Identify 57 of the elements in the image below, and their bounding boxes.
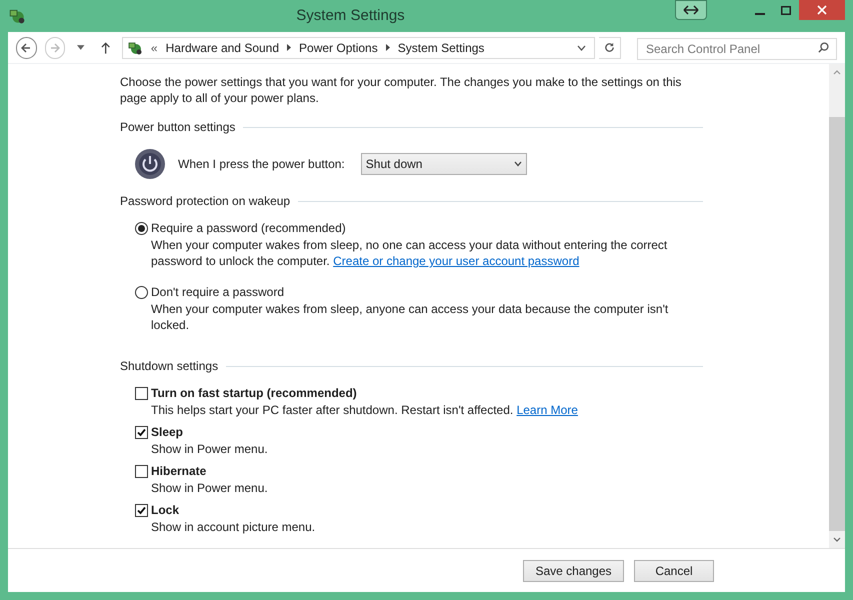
section-heading: Shutdown settings [120, 358, 218, 375]
checkbox-label[interactable]: Lock [151, 501, 180, 519]
control-panel-icon [126, 40, 143, 56]
intro-text: Choose the power settings that you want for your computer. The changes you make to the settings on this page apply to all of your power plans. [120, 74, 682, 106]
resize-button[interactable] [675, 0, 707, 20]
section-heading: Password protection on wakeup [120, 193, 290, 210]
power-button-label: When I press the power button: [178, 156, 345, 173]
left-arrow-icon [21, 42, 32, 52]
option-description: When your computer wakes from sleep, anyone can access your data because the computer isn't locked. [151, 301, 670, 333]
refresh-button[interactable] [598, 36, 621, 58]
chevron-down-icon[interactable] [576, 44, 586, 50]
checkbox-label[interactable]: Turn on fast startup (recommended) [151, 384, 357, 402]
radio-button[interactable] [135, 286, 148, 298]
address-bar[interactable]: « Hardware and Sound Power Options System Settings [122, 36, 595, 58]
breadcrumb-overflow[interactable]: « [150, 38, 158, 56]
breadcrumb[interactable]: Power Options [299, 38, 378, 56]
power-action-dropdown[interactable]: Shut down [360, 153, 527, 175]
chevron-right-icon[interactable] [287, 44, 292, 51]
dropdown-caret-icon[interactable] [77, 45, 85, 50]
refresh-icon [604, 42, 615, 53]
section-heading: Power button settings [120, 119, 236, 136]
up-arrow-icon[interactable] [100, 42, 110, 54]
close-icon [817, 5, 827, 15]
control-panel-icon [8, 7, 26, 25]
option-description: Show in account picture menu. [151, 519, 316, 535]
dialog-button[interactable]: Cancel [634, 560, 714, 582]
checkbox-label[interactable]: Hibernate [151, 462, 206, 480]
link[interactable]: Learn More [516, 403, 578, 417]
checkbox-label[interactable]: Sleep [151, 423, 184, 441]
link[interactable]: Create or change your user account password [333, 254, 580, 268]
search-field[interactable]: Search Control Panel [637, 38, 837, 60]
option-description: This helps start your PC faster after shutdown. Restart isn't affected. Learn More [151, 402, 579, 418]
option-description: When your computer wakes from sleep, no one can access your data without entering the correct password to unlock the computer. Create or change your user account password [151, 237, 668, 269]
dialog-button[interactable]: Save changes [523, 560, 624, 582]
radio-button[interactable] [135, 222, 148, 234]
search-icon [818, 42, 829, 52]
window-title: System Settings [296, 7, 405, 24]
power-icon [134, 148, 166, 180]
radio-label[interactable]: Require a password (recommended) [151, 219, 346, 237]
checkbox[interactable] [135, 386, 148, 400]
minimize-icon [755, 13, 765, 15]
checkbox[interactable] [135, 504, 148, 516]
back-button[interactable] [16, 36, 37, 58]
breadcrumb[interactable]: System Settings [398, 38, 484, 56]
scroll-down-icon[interactable] [833, 537, 841, 542]
chevron-right-icon[interactable] [386, 44, 390, 51]
maximize-icon [781, 6, 791, 14]
double-arrow-icon [683, 5, 699, 15]
checkbox[interactable] [135, 426, 148, 438]
breadcrumb[interactable]: Hardware and Sound [166, 38, 280, 56]
option-description: Show in Power menu. [151, 480, 269, 496]
right-arrow-icon [50, 42, 60, 52]
option-description: Show in Power menu. [151, 441, 269, 457]
chevron-down-icon [514, 161, 522, 167]
close-button[interactable] [799, 0, 845, 20]
checkbox[interactable] [135, 464, 148, 478]
radio-label[interactable]: Don't require a password [151, 283, 284, 301]
